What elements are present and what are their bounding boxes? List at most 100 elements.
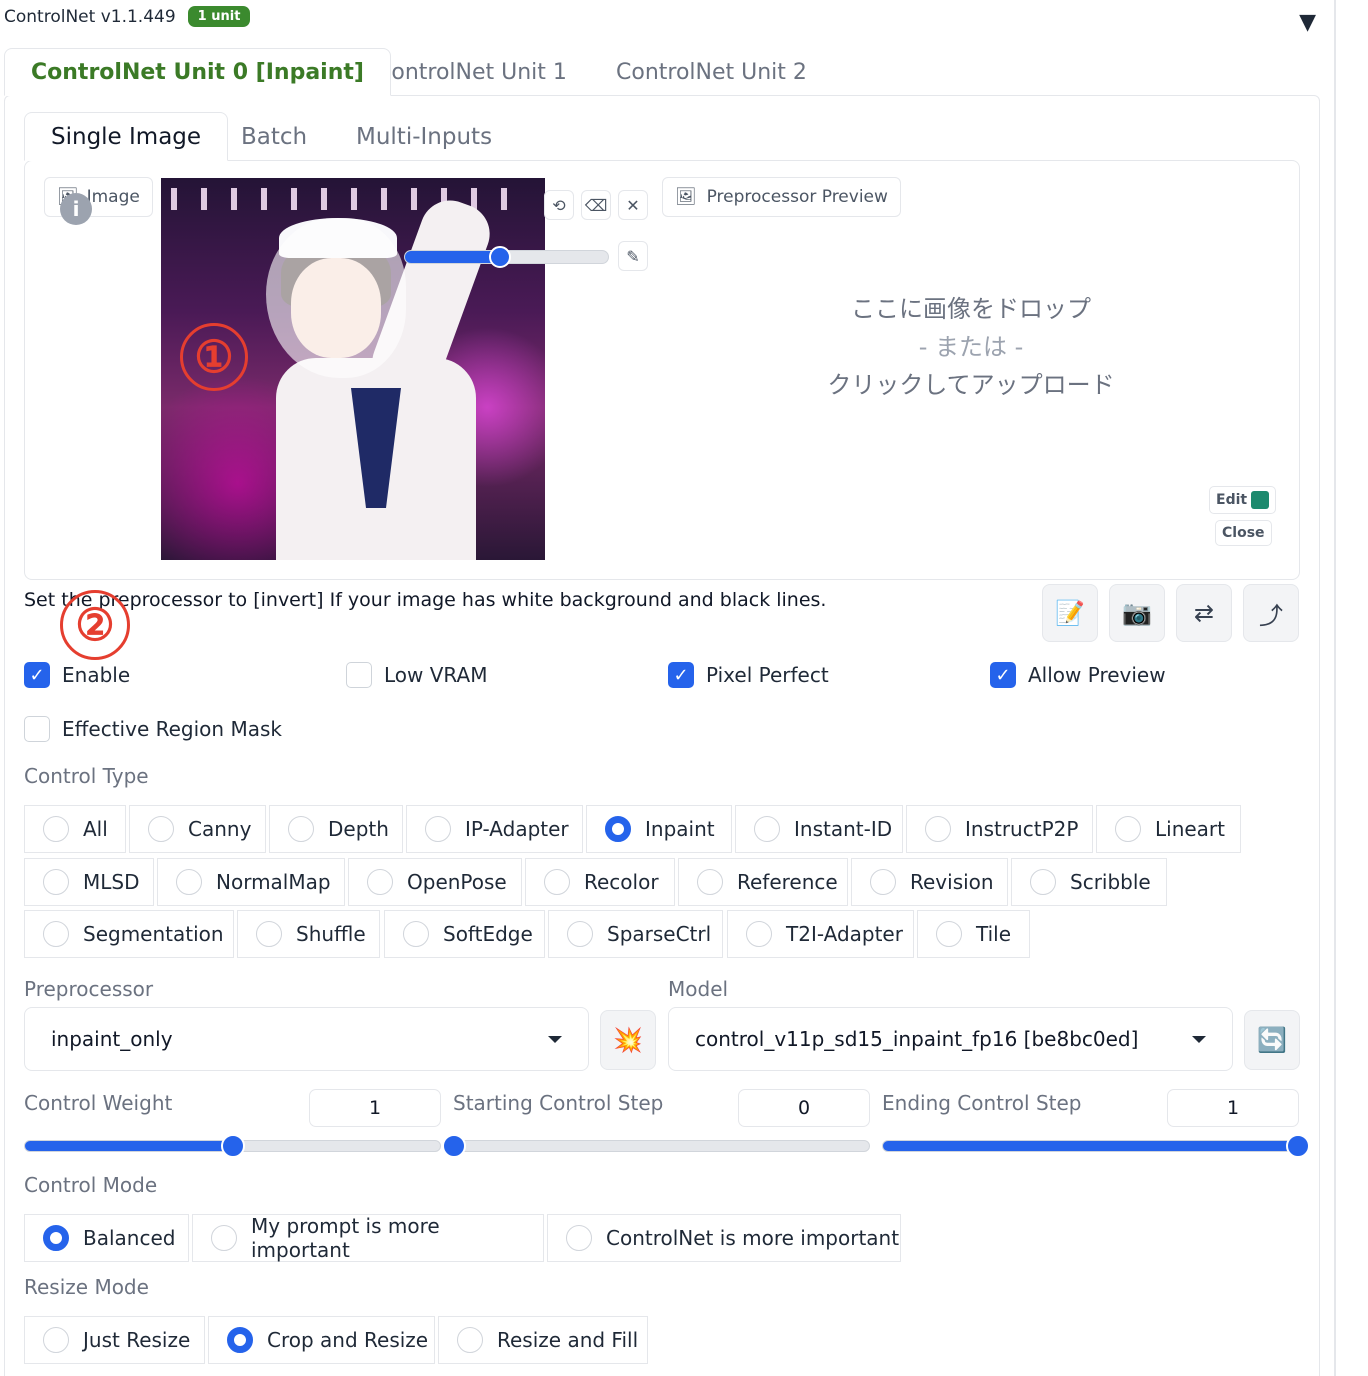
tab-batch[interactable]: Batch [215, 112, 333, 161]
undo-icon[interactable]: ⟲ [544, 190, 574, 220]
radio-control-type-all[interactable]: All [24, 805, 126, 853]
radio-dot-icon[interactable] [256, 921, 282, 947]
radio-dot-icon[interactable] [566, 1225, 592, 1251]
check-icon[interactable]: ✓ [990, 662, 1016, 688]
radio-dot-icon[interactable] [288, 816, 314, 842]
ending-step-input[interactable]: 1 [1167, 1089, 1299, 1127]
radio-resize-mode-just-resize[interactable]: Just Resize [24, 1316, 205, 1364]
radio-resize-mode-resize-and-fill[interactable]: Resize and Fill [438, 1316, 648, 1364]
radio-control-type-inpaint[interactable]: Inpaint [586, 805, 732, 853]
controlnet-header[interactable]: ControlNet v1.1.449 1 unit [4, 6, 251, 27]
triangle-down-icon[interactable]: ▼ [1299, 10, 1316, 35]
radio-dot-icon[interactable] [367, 869, 393, 895]
radio-control-mode-my-prompt-is-more-important[interactable]: My prompt is more important [192, 1214, 544, 1262]
notepad-icon[interactable]: 📝 [1042, 584, 1098, 642]
allow-preview-checkbox[interactable]: ✓ Allow Preview [990, 662, 1166, 688]
tab-controlnet-unit-0[interactable]: ControlNet Unit 0 [Inpaint] [4, 48, 391, 96]
radio-control-type-shuffle[interactable]: Shuffle [237, 910, 380, 958]
radio-dot-icon[interactable] [43, 1327, 69, 1353]
radio-dot-icon[interactable] [925, 816, 951, 842]
radio-dot-icon[interactable] [1115, 816, 1141, 842]
preview-drop-zone[interactable]: ここに画像をドロップ - または - クリックしてアップロード [662, 290, 1280, 404]
swap-icon[interactable]: ⇄ [1176, 584, 1232, 642]
brush-icon[interactable]: ✎ [618, 241, 648, 271]
radio-control-type-segmentation[interactable]: Segmentation [24, 910, 234, 958]
radio-dot-icon[interactable] [1030, 869, 1056, 895]
info-icon[interactable]: i [60, 193, 92, 225]
radio-control-type-lineart[interactable]: Lineart [1096, 805, 1241, 853]
radio-dot-icon[interactable] [544, 869, 570, 895]
tab-multi-inputs[interactable]: Multi-Inputs [330, 112, 518, 161]
check-icon[interactable] [24, 716, 50, 742]
radio-dot-icon[interactable] [148, 816, 174, 842]
radio-control-type-instructp2p[interactable]: InstructP2P [906, 805, 1093, 853]
radio-dot-icon[interactable] [605, 816, 631, 842]
radio-dot-icon[interactable] [746, 921, 772, 947]
radio-dot-icon[interactable] [227, 1327, 253, 1353]
pixel-perfect-checkbox[interactable]: ✓ Pixel Perfect [668, 662, 829, 688]
tab-controlnet-unit-2[interactable]: ControlNet Unit 2 [590, 48, 833, 96]
slider-thumb[interactable] [220, 1134, 245, 1158]
radio-dot-icon[interactable] [457, 1327, 483, 1353]
radio-dot-icon[interactable] [425, 816, 451, 842]
stage-lights [171, 188, 531, 210]
low-vram-checkbox[interactable]: Low VRAM [346, 662, 487, 688]
radio-dot-icon[interactable] [43, 1225, 69, 1251]
radio-control-type-normalmap[interactable]: NormalMap [157, 858, 345, 906]
radio-control-mode-balanced[interactable]: Balanced [24, 1214, 189, 1262]
radio-control-type-tile[interactable]: Tile [917, 910, 1030, 958]
close-icon[interactable]: ✕ [618, 190, 648, 220]
model-dropdown[interactable]: control_v11p_sd15_inpaint_fp16 [be8bc0ed… [668, 1007, 1233, 1071]
starting-step-input[interactable]: 0 [738, 1089, 870, 1127]
radio-dot-icon[interactable] [754, 816, 780, 842]
upload-arrow-icon[interactable]: ⤴ [1243, 584, 1299, 642]
radio-control-type-reference[interactable]: Reference [678, 858, 848, 906]
radio-control-type-revision[interactable]: Revision [851, 858, 1008, 906]
run-preprocessor-icon[interactable]: 💥 [600, 1010, 656, 1070]
radio-control-type-ip-adapter[interactable]: IP-Adapter [406, 805, 583, 853]
check-icon[interactable]: ✓ [24, 662, 50, 688]
slider-thumb[interactable] [442, 1134, 466, 1158]
enable-checkbox[interactable]: ✓ Enable [24, 662, 130, 688]
radio-dot-icon[interactable] [176, 869, 202, 895]
radio-control-mode-controlnet-is-more-important[interactable]: ControlNet is more important [547, 1214, 901, 1262]
radio-label: T2I-Adapter [786, 922, 903, 946]
radio-dot-icon[interactable] [43, 921, 69, 947]
radio-dot-icon[interactable] [870, 869, 896, 895]
preprocessor-dropdown[interactable]: inpaint_only [24, 1007, 589, 1071]
radio-control-type-scribble[interactable]: Scribble [1011, 858, 1167, 906]
slider-thumb[interactable] [1286, 1134, 1310, 1158]
radio-dot-icon[interactable] [567, 921, 593, 947]
radio-dot-icon[interactable] [43, 816, 69, 842]
eraser-icon[interactable]: ⌫ [581, 190, 611, 220]
radio-control-type-sparsectrl[interactable]: SparseCtrl [548, 910, 723, 958]
radio-dot-icon[interactable] [403, 921, 429, 947]
close-button[interactable]: Close [1215, 520, 1272, 546]
radio-control-type-recolor[interactable]: Recolor [525, 858, 675, 906]
radio-dot-icon[interactable] [211, 1225, 237, 1251]
control-weight-input[interactable]: 1 [309, 1089, 441, 1127]
radio-dot-icon[interactable] [43, 869, 69, 895]
check-icon[interactable] [346, 662, 372, 688]
radio-control-type-canny[interactable]: Canny [129, 805, 266, 853]
refresh-icon[interactable]: 🔄 [1244, 1010, 1300, 1070]
radio-control-type-mlsd[interactable]: MLSD [24, 858, 154, 906]
check-icon[interactable]: ✓ [668, 662, 694, 688]
camera-icon[interactable]: 📷 [1109, 584, 1165, 642]
radio-control-type-depth[interactable]: Depth [269, 805, 403, 853]
brush-size-slider[interactable] [404, 246, 609, 268]
radio-resize-mode-crop-and-resize[interactable]: Crop and Resize [208, 1316, 435, 1364]
tab-single-image[interactable]: Single Image [24, 112, 229, 161]
radio-control-type-instant-id[interactable]: Instant-ID [735, 805, 903, 853]
radio-control-type-openpose[interactable]: OpenPose [348, 858, 522, 906]
radio-control-type-softedge[interactable]: SoftEdge [384, 910, 545, 958]
ending-step-slider[interactable] [882, 1134, 1310, 1158]
starting-step-slider[interactable] [442, 1134, 870, 1158]
scrollbar-track[interactable] [1334, 0, 1336, 1376]
control-weight-slider[interactable] [24, 1134, 441, 1158]
edit-button[interactable]: Edit [1209, 486, 1277, 514]
effective-region-mask-checkbox[interactable]: Effective Region Mask [24, 716, 282, 742]
radio-dot-icon[interactable] [697, 869, 723, 895]
radio-control-type-t2i-adapter[interactable]: T2I-Adapter [727, 910, 914, 958]
radio-dot-icon[interactable] [936, 921, 962, 947]
